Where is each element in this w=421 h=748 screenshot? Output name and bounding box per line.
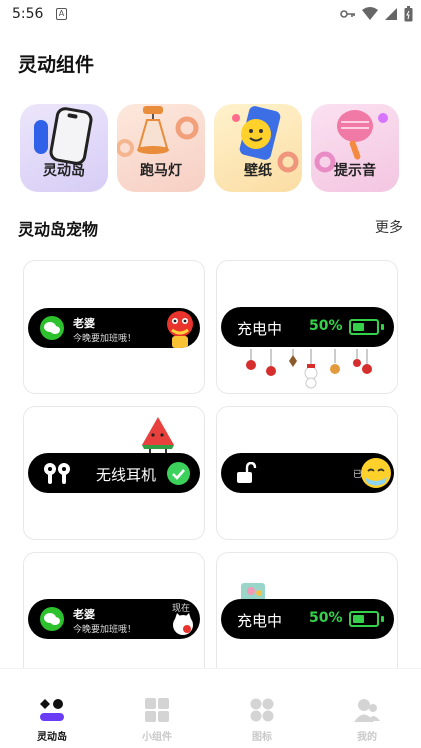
christmas-decoration-icon <box>246 349 372 389</box>
pet-card[interactable]: 充电中 50% <box>216 552 398 668</box>
charging-label: 充电中 <box>237 320 283 338</box>
dynamic-island-icon <box>40 699 64 721</box>
battery-icon <box>349 319 379 335</box>
pet-card[interactable]: 无线耳机 <box>23 406 205 540</box>
charging-label: 充电中 <box>237 612 283 630</box>
island-pill: 充电中 50% <box>221 307 394 347</box>
tab-label: 灵动岛 <box>37 732 67 743</box>
earbuds-label: 无线耳机 <box>96 466 157 484</box>
message-preview: 今晚要加班哦！ <box>73 334 137 344</box>
tab-dynamic-island[interactable]: 灵动岛 <box>17 683 87 743</box>
lion-dance-icon <box>167 311 193 348</box>
pet-grid: 老婆 今晚要加班哦！ 充电中 50% 无线耳机 已 老婆 今晚要加班哦！ 现在 … <box>0 0 421 668</box>
tab-label: 小组件 <box>142 732 172 743</box>
unlock-icon <box>237 462 257 483</box>
island-pill: 老婆 今晚要加班哦！ <box>28 308 200 348</box>
pet-card[interactable]: 已 <box>216 406 398 540</box>
island-pill: 老婆 今晚要加班哦！ 现在 <box>28 599 200 639</box>
tab-widgets[interactable]: 小组件 <box>122 683 192 743</box>
watermelon-icon <box>142 417 174 455</box>
island-pill: 充电中 50% <box>221 599 394 639</box>
tab-label: 我的 <box>357 732 377 743</box>
widget-grid-icon <box>145 698 169 722</box>
pet-card[interactable]: 老婆 今晚要加班哦！ <box>23 260 205 394</box>
wechat-icon <box>40 607 64 631</box>
profile-icon <box>354 699 380 722</box>
battery-percent: 50% <box>309 318 343 334</box>
battery-cap <box>381 616 384 622</box>
emoji-pet-icon <box>361 458 391 488</box>
battery-fill <box>353 323 364 331</box>
bottom-tab-bar: 灵动岛 小组件 图标 我的 <box>0 668 421 748</box>
tab-icons[interactable]: 图标 <box>227 683 297 743</box>
wechat-icon <box>40 316 64 340</box>
battery-fill <box>353 615 364 623</box>
pet-card[interactable]: 充电中 50% <box>216 260 398 394</box>
tab-profile[interactable]: 我的 <box>332 683 402 743</box>
battery-cap <box>381 324 384 330</box>
contact-name: 老婆 <box>73 608 95 621</box>
pet-card[interactable]: 老婆 今晚要加班哦！ 现在 <box>23 552 205 668</box>
icons-grid-icon <box>250 698 274 722</box>
battery-icon <box>349 611 379 627</box>
earbuds-icon <box>44 463 70 484</box>
contact-name: 老婆 <box>73 317 95 330</box>
check-icon <box>167 462 190 485</box>
island-pill: 无线耳机 <box>28 453 200 493</box>
message-preview: 今晚要加班哦！ <box>73 625 137 635</box>
tab-label: 图标 <box>252 732 272 743</box>
island-pill: 已 <box>221 453 394 493</box>
cat-pet-icon <box>173 613 193 635</box>
battery-percent: 50% <box>309 610 343 626</box>
